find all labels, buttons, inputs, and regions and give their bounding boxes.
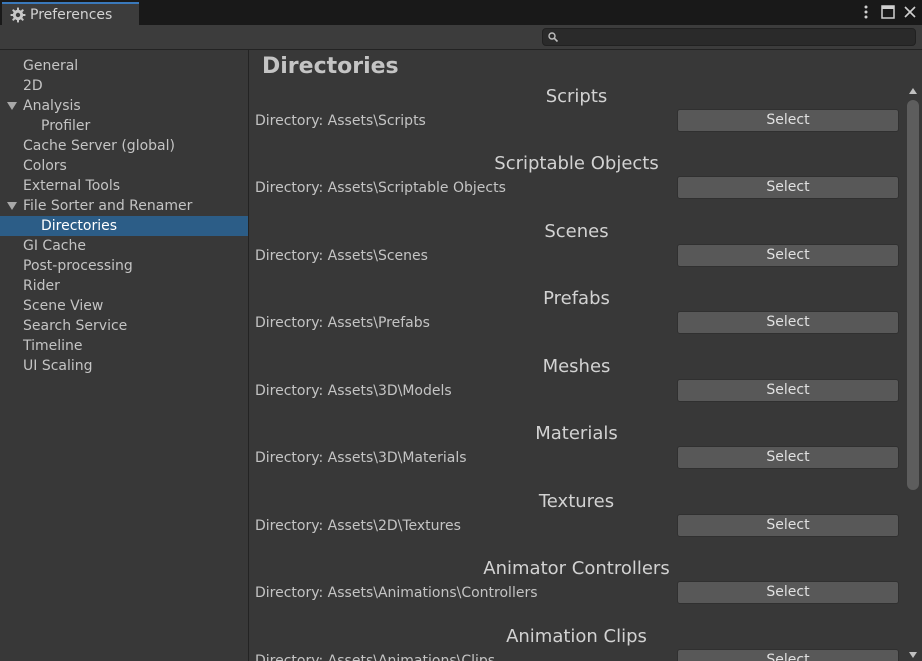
select-animator-controllers-button[interactable]: Select	[677, 581, 899, 604]
expand-triangle-icon[interactable]	[7, 102, 17, 110]
page-title: Directories	[262, 54, 399, 79]
sidebar-item-post-processing[interactable]: Post-processing	[0, 256, 248, 276]
sidebar-item-timeline[interactable]: Timeline	[0, 336, 248, 356]
section-heading: Scriptable Objects	[494, 153, 659, 174]
sidebar-item-label: Post-processing	[23, 258, 133, 274]
directory-label: Directory: Assets\Scriptable Objects	[255, 180, 506, 196]
sidebar-item-cache-server[interactable]: Cache Server (global)	[0, 136, 248, 156]
search-field[interactable]	[542, 28, 916, 46]
directory-label: Directory: Assets\Scripts	[255, 113, 426, 129]
sidebar-item-search-service[interactable]: Search Service	[0, 316, 248, 336]
sidebar-item-label: Directories	[41, 218, 118, 234]
window-controls	[858, 3, 918, 21]
sidebar-item-label: Colors	[23, 158, 67, 174]
directory-label: Directory: Assets\3D\Models	[255, 383, 452, 399]
sidebar-item-file-sorter[interactable]: File Sorter and Renamer	[0, 196, 248, 216]
sidebar-item-rider[interactable]: Rider	[0, 276, 248, 296]
directory-label: Directory: Assets\Animations\Clips	[255, 653, 496, 661]
sidebar: General 2D Analysis Profiler Cache Serve…	[0, 50, 249, 661]
sidebar-item-label: GI Cache	[23, 238, 86, 254]
sidebar-item-ui-scaling[interactable]: UI Scaling	[0, 356, 248, 376]
sidebar-item-label: External Tools	[23, 178, 121, 194]
sidebar-item-label: Timeline	[23, 338, 83, 354]
directory-label: Directory: Assets\Prefabs	[255, 315, 430, 331]
sidebar-item-label: Scene View	[23, 298, 104, 314]
sidebar-item-gi-cache[interactable]: GI Cache	[0, 236, 248, 256]
directories-panel: Directories Scripts Directory: Assets\Sc…	[249, 50, 922, 661]
sidebar-item-label: Search Service	[23, 318, 128, 334]
directory-label: Directory: Assets\Scenes	[255, 248, 428, 264]
scroll-down-arrow-icon[interactable]	[909, 652, 917, 658]
sidebar-item-label: UI Scaling	[23, 358, 93, 374]
toolbar	[0, 25, 922, 50]
sidebar-item-colors[interactable]: Colors	[0, 156, 248, 176]
section-heading: Animation Clips	[506, 626, 647, 647]
expand-triangle-icon[interactable]	[7, 202, 17, 210]
search-icon	[548, 32, 559, 43]
close-icon[interactable]	[902, 3, 918, 21]
vertical-scrollbar[interactable]	[904, 86, 922, 661]
select-scriptable-objects-button[interactable]: Select	[677, 176, 899, 199]
sidebar-item-external-tools[interactable]: External Tools	[0, 176, 248, 196]
sidebar-item-label: Rider	[23, 278, 60, 294]
sidebar-item-scene-view[interactable]: Scene View	[0, 296, 248, 316]
select-animation-clips-button[interactable]: Select	[677, 649, 899, 661]
sidebar-item-2d[interactable]: 2D	[0, 76, 248, 96]
section-heading: Prefabs	[543, 288, 610, 309]
sidebar-item-profiler[interactable]: Profiler	[0, 116, 248, 136]
scroll-up-arrow-icon[interactable]	[909, 88, 917, 94]
select-scripts-button[interactable]: Select	[677, 109, 899, 132]
section-heading: Scripts	[545, 86, 608, 107]
section-heading: Materials	[535, 423, 618, 444]
scrollbar-thumb[interactable]	[907, 100, 919, 490]
title-bar: Preferences	[0, 0, 922, 25]
directory-label: Directory: Assets\Animations\Controllers	[255, 585, 538, 601]
select-prefabs-button[interactable]: Select	[677, 311, 899, 334]
section-heading: Meshes	[542, 356, 611, 377]
directory-label: Directory: Assets\3D\Materials	[255, 450, 467, 466]
sidebar-item-label: Cache Server (global)	[23, 138, 175, 154]
section-heading: Scenes	[544, 221, 609, 242]
search-input[interactable]	[561, 29, 911, 45]
sidebar-item-label: General	[23, 58, 79, 74]
directory-label: Directory: Assets\2D\Textures	[255, 518, 461, 534]
sidebar-item-label: File Sorter and Renamer	[23, 198, 193, 214]
tab-title: Preferences	[30, 6, 113, 23]
preferences-tab[interactable]: Preferences	[2, 2, 139, 25]
menu-icon[interactable]	[858, 3, 874, 21]
section-heading: Animator Controllers	[483, 558, 670, 579]
sidebar-item-directories[interactable]: Directories	[0, 216, 248, 236]
maximize-icon[interactable]	[880, 3, 896, 21]
select-textures-button[interactable]: Select	[677, 514, 899, 537]
section-heading: Textures	[538, 491, 615, 512]
gear-icon	[10, 7, 26, 22]
sidebar-item-analysis[interactable]: Analysis	[0, 96, 248, 116]
sidebar-item-label: Analysis	[23, 98, 81, 114]
select-scenes-button[interactable]: Select	[677, 244, 899, 267]
sidebar-item-general[interactable]: General	[0, 56, 248, 76]
sidebar-item-label: 2D	[23, 78, 43, 94]
sidebar-item-label: Profiler	[41, 118, 91, 134]
select-meshes-button[interactable]: Select	[677, 379, 899, 402]
select-materials-button[interactable]: Select	[677, 446, 899, 469]
